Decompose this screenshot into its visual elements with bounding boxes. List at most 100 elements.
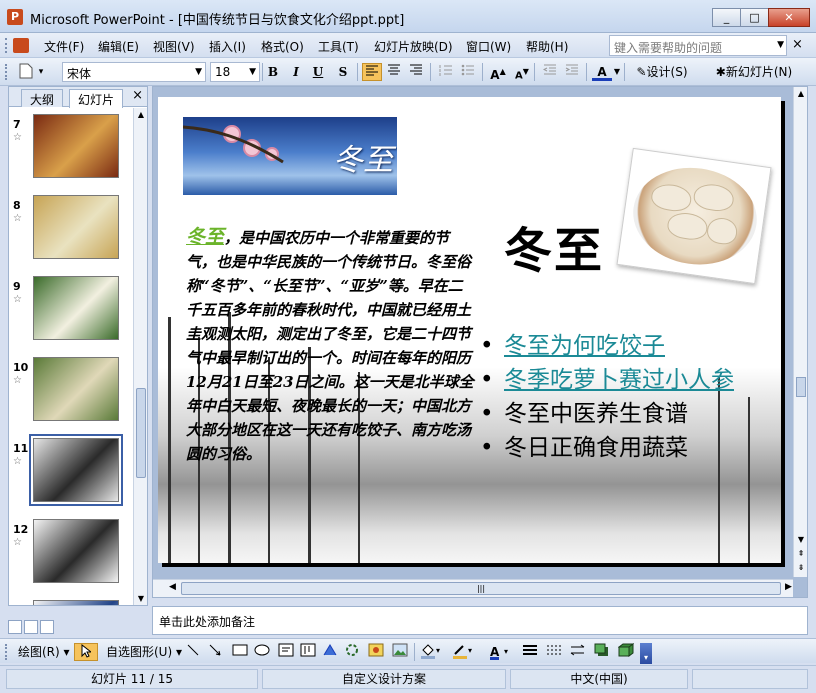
- line-style-icon[interactable]: [522, 643, 538, 661]
- menu-edit[interactable]: 编辑(E): [98, 38, 139, 55]
- chevron-down-icon[interactable]: ▾: [504, 643, 508, 661]
- oval-tool-icon[interactable]: [254, 643, 270, 661]
- scroll-thumb[interactable]: [136, 388, 146, 478]
- scroll-right-icon[interactable]: ▶: [785, 582, 792, 592]
- slideshow-view-icon[interactable]: [40, 620, 54, 634]
- slide-thumbnail-7[interactable]: 7 ☆: [9, 114, 133, 190]
- slide-preview[interactable]: [33, 276, 119, 340]
- panel-scrollbar[interactable]: ▲ ▼: [133, 108, 147, 605]
- font-name-combo[interactable]: 宋体 ▼: [62, 62, 206, 82]
- chevron-down-icon[interactable]: ▼: [613, 63, 621, 81]
- previous-slide-icon[interactable]: ⇞: [796, 549, 806, 558]
- next-slide-icon[interactable]: ⇟: [796, 563, 806, 572]
- fill-color-icon[interactable]: ▾: [420, 643, 442, 661]
- current-slide[interactable]: 冬至 冬至，是中国农历中一个非常重要的节气，也是中华民族的一个传统节日。冬至俗称…: [158, 97, 781, 563]
- dumpling-photo[interactable]: [616, 147, 772, 285]
- toolbar-options-chevron-icon[interactable]: ▾: [36, 63, 46, 81]
- slide-thumbnail-10[interactable]: 10 ☆: [9, 357, 133, 433]
- slide-thumbnail-8[interactable]: 8 ☆: [9, 195, 133, 271]
- menu-slideshow[interactable]: 幻灯片放映(D): [374, 38, 453, 55]
- scroll-left-icon[interactable]: ◀: [169, 582, 176, 592]
- toolbar-grip[interactable]: [5, 38, 8, 53]
- dash-style-icon[interactable]: [546, 643, 562, 661]
- underline-button[interactable]: U: [308, 63, 328, 81]
- minimize-button[interactable]: _: [712, 8, 741, 27]
- close-button[interactable]: ✕: [768, 8, 810, 27]
- toolbar-grip[interactable]: [5, 64, 8, 80]
- topic-item[interactable]: 冬至为何吃饺子: [480, 329, 770, 363]
- numbering-button[interactable]: [436, 63, 456, 81]
- slide-thumbnail-9[interactable]: 9 ☆: [9, 276, 133, 352]
- scroll-down-icon[interactable]: ▼: [796, 535, 806, 544]
- document-icon[interactable]: [13, 38, 29, 53]
- slide-thumbnail-11[interactable]: 11 ☆: [9, 434, 133, 514]
- decrease-indent-button[interactable]: [540, 63, 560, 81]
- document-close-button[interactable]: ×: [792, 37, 803, 52]
- decrease-font-size-button[interactable]: A▼: [512, 63, 532, 81]
- increase-font-size-button[interactable]: A▲: [488, 63, 508, 82]
- draw-menu-button[interactable]: 绘图(R) ▾: [18, 643, 70, 661]
- textbox-tool-icon[interactable]: [278, 643, 294, 661]
- slide-vertical-scrollbar[interactable]: ▲ ▼ ⇞ ⇟: [793, 87, 807, 577]
- slide-preview[interactable]: [29, 434, 123, 506]
- tab-outline[interactable]: 大纲: [21, 89, 64, 107]
- arrow-style-icon[interactable]: [570, 643, 586, 661]
- menu-tools[interactable]: 工具(T): [318, 38, 359, 55]
- menu-window[interactable]: 窗口(W): [466, 38, 511, 55]
- slide-preview[interactable]: [33, 195, 119, 259]
- design-button[interactable]: ✎设计(S): [632, 63, 692, 81]
- line-color-icon[interactable]: ▾: [452, 643, 474, 661]
- shadow-button[interactable]: S: [333, 63, 353, 81]
- chevron-down-icon[interactable]: ▼: [777, 40, 784, 50]
- winter-banner-image[interactable]: 冬至: [183, 117, 397, 195]
- powerpoint-app-icon[interactable]: P: [7, 9, 23, 25]
- font-color-button[interactable]: A: [592, 63, 612, 81]
- tab-slides[interactable]: 幻灯片: [69, 89, 124, 108]
- slide-preview[interactable]: [33, 357, 119, 421]
- menu-format[interactable]: 格式(O): [261, 38, 304, 55]
- chevron-down-icon[interactable]: ▼: [195, 67, 202, 77]
- new-slide-button[interactable]: ✱新幻灯片(N): [698, 63, 810, 81]
- arrow-tool-icon[interactable]: [208, 643, 222, 661]
- align-left-button[interactable]: [362, 63, 382, 81]
- bold-button[interactable]: B: [263, 63, 283, 81]
- line-tool-icon[interactable]: [186, 643, 200, 661]
- draw-font-color-icon[interactable]: A: [490, 643, 500, 660]
- notes-pane[interactable]: 单击此处添加备注: [152, 606, 808, 635]
- scroll-up-icon[interactable]: ▲: [796, 89, 806, 98]
- topic-link[interactable]: 冬至为何吃饺子: [504, 333, 665, 359]
- topic-item[interactable]: 冬季吃萝卜赛过小人参: [480, 363, 770, 397]
- toolbar-grip[interactable]: [5, 644, 8, 660]
- scroll-thumb[interactable]: [796, 377, 806, 397]
- clipart-icon[interactable]: [368, 643, 384, 661]
- autoshapes-menu-button[interactable]: 自选图形(U) ▾: [106, 643, 182, 661]
- body-paragraph[interactable]: 冬至，是中国农历中一个非常重要的节气，也是中华民族的一个传统节日。冬至俗称“冬节…: [186, 225, 476, 466]
- slide-sorter-view-icon[interactable]: [24, 620, 38, 634]
- toolbar-options-chevron-icon[interactable]: ▾: [640, 643, 652, 664]
- topic-link[interactable]: 冬季吃萝卜赛过小人参: [504, 367, 734, 393]
- menu-insert[interactable]: 插入(I): [209, 38, 246, 55]
- align-center-button[interactable]: [384, 63, 404, 81]
- scroll-up-icon[interactable]: ▲: [136, 110, 146, 119]
- slide-thumbnail-12[interactable]: 12 ☆: [9, 519, 133, 595]
- chevron-down-icon[interactable]: ▼: [249, 67, 256, 77]
- new-document-icon[interactable]: [18, 63, 34, 81]
- normal-view-icon[interactable]: [8, 620, 22, 634]
- slide-heading[interactable]: 冬至: [504, 211, 604, 281]
- italic-button[interactable]: I: [286, 63, 306, 81]
- slide-thumbnail-13[interactable]: 13☆: [9, 600, 133, 605]
- wordart-icon[interactable]: [322, 643, 338, 661]
- scroll-thumb[interactable]: |||: [181, 582, 781, 595]
- menu-view[interactable]: 视图(V): [153, 38, 195, 55]
- font-size-combo[interactable]: 18 ▼: [210, 62, 260, 82]
- shadow-style-icon[interactable]: [594, 643, 610, 661]
- slide-preview[interactable]: [33, 114, 119, 178]
- topic-item[interactable]: 冬日正确食用蔬菜: [480, 431, 770, 465]
- insert-picture-icon[interactable]: [392, 643, 408, 661]
- align-right-button[interactable]: [406, 63, 426, 81]
- bullets-button[interactable]: [458, 63, 478, 81]
- rectangle-tool-icon[interactable]: [232, 643, 248, 661]
- vertical-textbox-icon[interactable]: [300, 643, 316, 661]
- scroll-down-icon[interactable]: ▼: [136, 594, 146, 603]
- select-objects-button[interactable]: [74, 643, 98, 661]
